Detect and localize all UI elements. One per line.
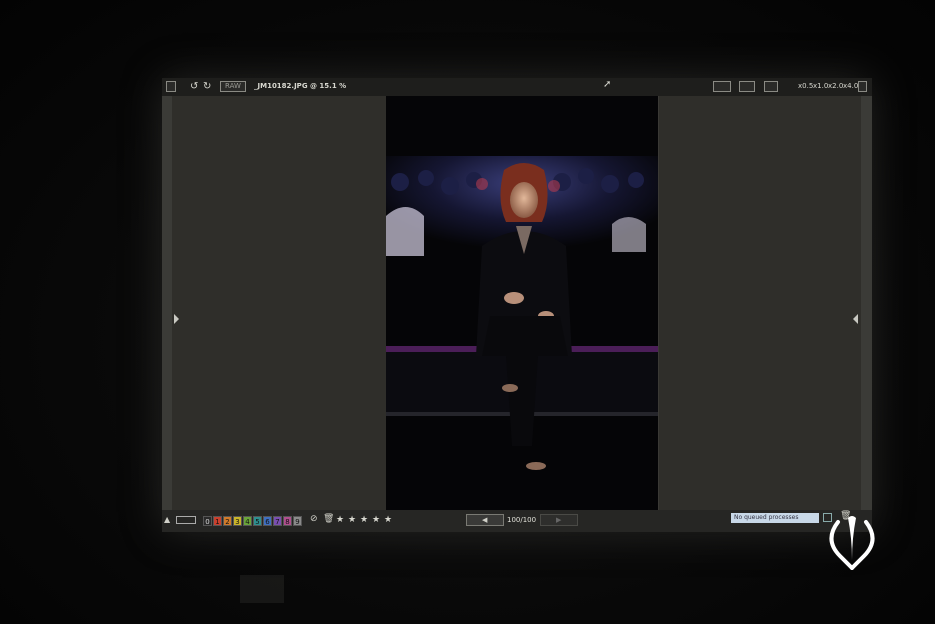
- previous-image-button[interactable]: ◀: [466, 514, 504, 526]
- rotate-left-icon[interactable]: ↺: [190, 81, 198, 92]
- right-empty-pane: [658, 96, 861, 510]
- bottom-toolbar: ▲ 0 1 2 3 4 5 6 7 8 9 ⊘ 🗑 ★ ★ ★ ★ ★ ◀ 10…: [162, 510, 872, 532]
- color-label-7[interactable]: 7: [273, 516, 282, 526]
- top-toolbar: ↺ ↻ RAW _JM10182.JPG @ 15.1 % ➚ x0.5 x1.…: [162, 78, 872, 96]
- color-label-5[interactable]: 5: [253, 516, 262, 526]
- image-counter: 100/100: [507, 516, 537, 524]
- rotate-right-icon[interactable]: ↻: [203, 81, 211, 92]
- color-label-6[interactable]: 6: [263, 516, 272, 526]
- single-view-button[interactable]: [713, 81, 731, 92]
- right-arrow-icon: ▶: [556, 516, 562, 524]
- reject-icon[interactable]: ⊘: [310, 514, 318, 524]
- rating-star-1[interactable]: ★: [336, 515, 344, 525]
- collapse-right-arrow-icon[interactable]: [853, 314, 858, 324]
- histogram-button[interactable]: [739, 81, 755, 92]
- next-image-button[interactable]: ▶: [540, 514, 578, 526]
- filmstrip-icon[interactable]: [176, 516, 196, 524]
- color-label-4[interactable]: 4: [243, 516, 252, 526]
- watermark-logo: [829, 516, 875, 570]
- zoom-2-0[interactable]: x2.0: [828, 81, 843, 92]
- rating-star-2[interactable]: ★: [348, 515, 356, 525]
- rating-star-5[interactable]: ★: [384, 515, 392, 525]
- exit-icon[interactable]: [858, 81, 867, 92]
- process-queue-status[interactable]: No queued processes: [731, 513, 819, 523]
- rating-star-4[interactable]: ★: [372, 515, 380, 525]
- fit-view-button[interactable]: [764, 81, 778, 92]
- expand-up-icon[interactable]: ▲: [164, 515, 170, 524]
- left-arrow-icon: ◀: [482, 516, 488, 524]
- collapse-left-arrow-icon[interactable]: [174, 314, 179, 324]
- color-label-1[interactable]: 1: [213, 516, 222, 526]
- color-label-3[interactable]: 3: [233, 516, 242, 526]
- zoom-4-0[interactable]: x4.0: [843, 81, 858, 92]
- left-empty-pane: [172, 96, 387, 510]
- photo-image: [386, 96, 658, 510]
- zoom-1-0[interactable]: x1.0: [813, 81, 828, 92]
- trash-icon[interactable]: 🗑: [323, 514, 334, 524]
- image-viewer: [172, 96, 861, 510]
- color-label-9[interactable]: 9: [293, 516, 302, 526]
- zoom-0-5[interactable]: x0.5: [798, 81, 813, 92]
- menu-icon[interactable]: [166, 81, 176, 92]
- raw-badge[interactable]: RAW: [220, 81, 246, 92]
- projected-screen: ↺ ↻ RAW _JM10182.JPG @ 15.1 % ➚ x0.5 x1.…: [162, 78, 872, 532]
- color-label-0[interactable]: 0: [203, 516, 212, 526]
- portrait-photo: [386, 96, 658, 510]
- floor-light-reflection: [240, 575, 284, 603]
- cursor-icon: ➚: [603, 79, 612, 90]
- color-label-2[interactable]: 2: [223, 516, 232, 526]
- rating-star-3[interactable]: ★: [360, 515, 368, 525]
- file-name-label: _JM10182.JPG @ 15.1 %: [254, 82, 347, 90]
- color-label-8[interactable]: 8: [283, 516, 292, 526]
